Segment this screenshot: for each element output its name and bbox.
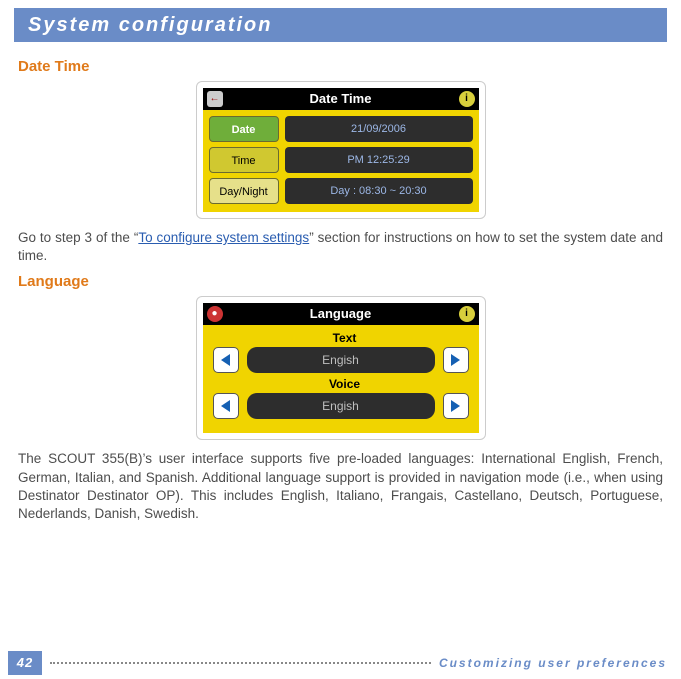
page-header-title: System configuration [28, 14, 272, 36]
datetime-body: Date 21/09/2006 Time PM 12:25:29 Day/Nig… [203, 110, 479, 212]
chevron-right-icon [451, 354, 460, 366]
language-body-text: The SCOUT 355(B)’s user interface suppor… [18, 450, 663, 523]
chevron-left-icon [221, 354, 230, 366]
datetime-label-daynight: Day/Night [209, 178, 279, 204]
datetime-body-text: Go to step 3 of the “To configure system… [18, 229, 663, 265]
globe-icon[interactable]: ● [207, 306, 223, 322]
language-screenshot: ● Language i Text Engish Voice Engish [196, 296, 486, 440]
datetime-label-date: Date [209, 116, 279, 142]
datetime-device: ← Date Time i Date 21/09/2006 Time PM 12… [203, 88, 479, 212]
datetime-text-prefix: Go to step 3 of the “ [18, 230, 138, 245]
arrow-left-button[interactable] [213, 393, 239, 419]
arrow-right-button[interactable] [443, 347, 469, 373]
arrow-left-button[interactable] [213, 347, 239, 373]
language-body: Text Engish Voice Engish [203, 325, 479, 433]
back-icon[interactable]: ← [207, 91, 223, 107]
page-footer: 42 Customizing user preferences [0, 651, 681, 675]
info-icon[interactable]: i [459, 91, 475, 107]
datetime-screenshot: ← Date Time i Date 21/09/2006 Time PM 12… [196, 81, 486, 219]
page-header: System configuration [14, 8, 667, 42]
page-content: Date Time ← Date Time i Date 21/09/2006 … [0, 42, 681, 523]
info-icon[interactable]: i [459, 306, 475, 322]
datetime-value-date: 21/09/2006 [285, 116, 473, 142]
datetime-titlebar: ← Date Time i [203, 88, 479, 110]
language-row-voice: Engish [213, 393, 469, 419]
section-heading-datetime: Date Time [18, 58, 663, 75]
language-device: ● Language i Text Engish Voice Engish [203, 303, 479, 433]
chevron-right-icon [451, 400, 460, 412]
language-sublabel-voice: Voice [221, 377, 469, 391]
footer-dots [50, 662, 431, 664]
configure-settings-link[interactable]: To configure system settings [138, 230, 309, 245]
datetime-row-date[interactable]: Date 21/09/2006 [209, 116, 473, 142]
datetime-value-daynight: Day : 08:30 ~ 20:30 [285, 178, 473, 204]
arrow-right-button[interactable] [443, 393, 469, 419]
datetime-screen-title: Date Time [310, 91, 372, 106]
language-screen-title: Language [310, 306, 371, 321]
language-sublabel-text: Text [221, 331, 469, 345]
page-number-badge: 42 [8, 651, 42, 675]
datetime-label-time: Time [209, 147, 279, 173]
language-row-text: Engish [213, 347, 469, 373]
datetime-value-time: PM 12:25:29 [285, 147, 473, 173]
datetime-screenshot-wrap: ← Date Time i Date 21/09/2006 Time PM 12… [18, 81, 663, 219]
footer-chapter: Customizing user preferences [439, 656, 667, 670]
language-screenshot-wrap: ● Language i Text Engish Voice Engish [18, 296, 663, 440]
chevron-left-icon [221, 400, 230, 412]
datetime-row-daynight[interactable]: Day/Night Day : 08:30 ~ 20:30 [209, 178, 473, 204]
language-titlebar: ● Language i [203, 303, 479, 325]
language-value-text: Engish [247, 347, 435, 373]
datetime-row-time[interactable]: Time PM 12:25:29 [209, 147, 473, 173]
language-value-voice: Engish [247, 393, 435, 419]
section-heading-language: Language [18, 273, 663, 290]
